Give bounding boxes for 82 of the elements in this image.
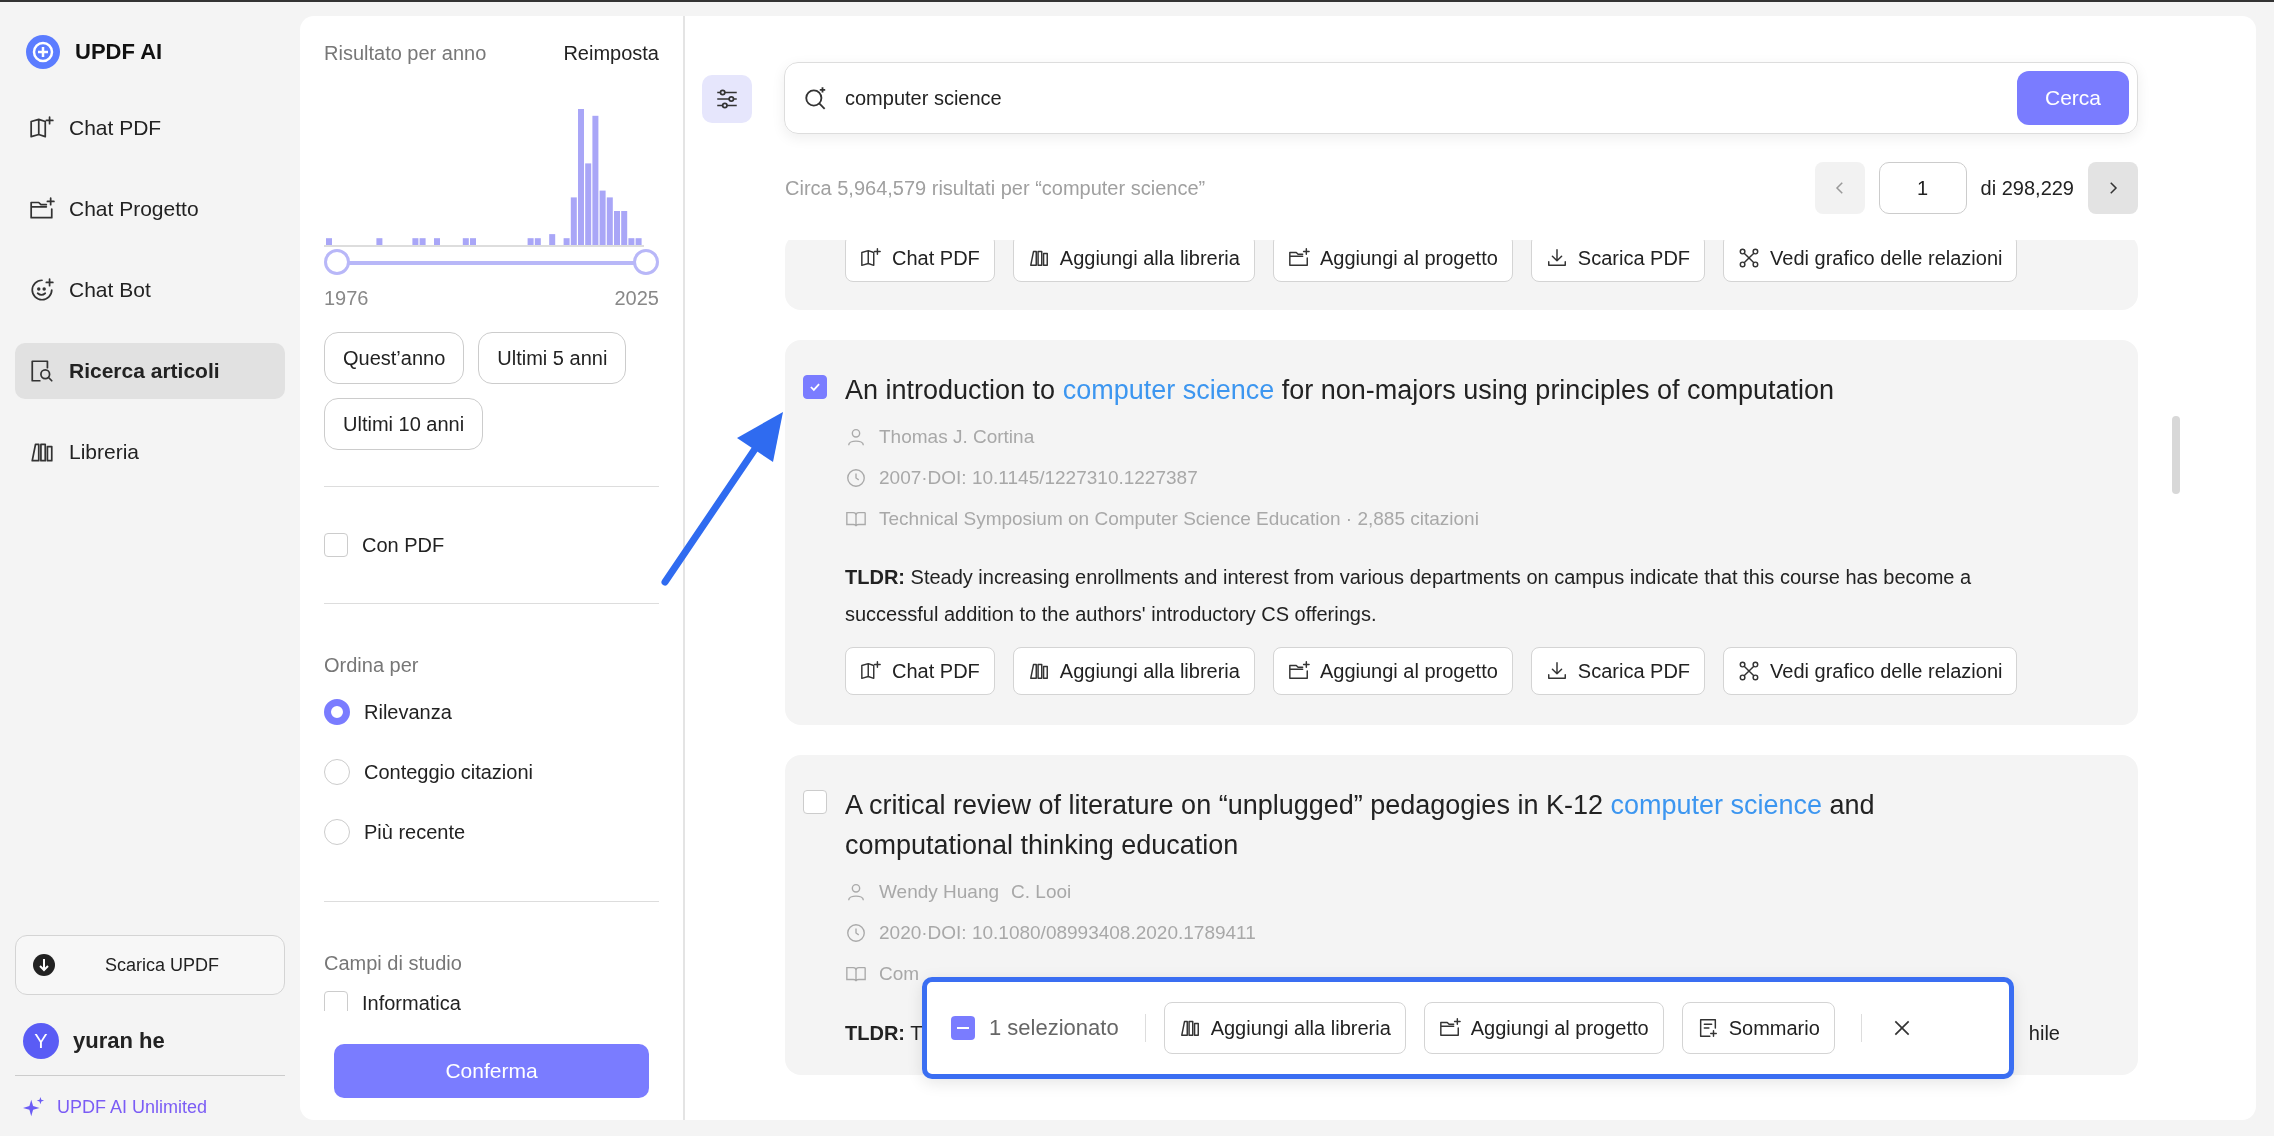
- folder-plus-icon: [29, 196, 55, 222]
- download-icon: [32, 953, 56, 977]
- action-button[interactable]: Chat PDF: [845, 647, 995, 695]
- nav-item[interactable]: Chat Bot: [15, 262, 285, 318]
- page-field[interactable]: 1: [1878, 162, 1967, 214]
- book-sparkle-icon: [860, 247, 882, 269]
- select-checkbox[interactable]: [803, 790, 827, 814]
- tldr-text: TLDR: Steady increasing enrollments and interest from various departments on campus indicate that this course has become a successful addition to the authors' introductory CS offerings.: [845, 565, 1973, 627]
- deselect-checkbox[interactable]: [951, 1016, 975, 1040]
- plan-link[interactable]: UPDF AI Unlimited: [57, 1096, 208, 1118]
- clock-icon: [845, 922, 867, 944]
- sort-radio[interactable]: Più recente: [324, 819, 659, 845]
- filter-button[interactable]: [702, 75, 752, 123]
- action-button[interactable]: Aggiungi al progetto: [1423, 1002, 1664, 1054]
- action-button[interactable]: Scarica PDF: [1530, 240, 1706, 282]
- app-name: UPDF AI: [75, 39, 163, 65]
- logo-icon: [25, 34, 61, 70]
- reset-link[interactable]: Reimposta: [563, 42, 659, 65]
- histogram-bar: [434, 238, 440, 245]
- scrollbar[interactable]: [2172, 416, 2180, 494]
- year-preset-chip[interactable]: Ultimi 10 anni: [324, 398, 484, 450]
- person-icon: [845, 881, 867, 903]
- action-button[interactable]: Sommario: [1681, 1002, 1835, 1054]
- nav-item[interactable]: Chat PDF: [15, 100, 285, 156]
- year-label: 2025: [614, 287, 659, 310]
- previous-page-button[interactable]: [1814, 162, 1865, 214]
- book-sparkle-icon: [860, 660, 882, 682]
- pdf-checkbox[interactable]: Con PDF: [324, 533, 659, 557]
- action-button[interactable]: Vedi grafico delle relazioni: [1723, 240, 2018, 282]
- smiley-bubble-icon: [29, 277, 55, 303]
- year-range-slider[interactable]: [324, 249, 659, 277]
- next-page-button[interactable]: [2088, 162, 2138, 214]
- download-icon: [1545, 660, 1568, 682]
- user-name: yuran he: [73, 1028, 165, 1054]
- year-preset-chip[interactable]: Ultimi 5 anni: [478, 332, 627, 384]
- venue-text: Technical Symposium on Computer Science Education · 2,885 citazioni: [879, 507, 1479, 531]
- download-icon: [1545, 247, 1568, 269]
- folder-plus-icon: [1287, 247, 1310, 269]
- avatar: Y: [23, 1023, 59, 1059]
- histogram-bar: [376, 238, 383, 245]
- folder-plus-icon: [1438, 1017, 1461, 1039]
- action-button[interactable]: Aggiungi alla libreria: [1163, 1002, 1406, 1054]
- sort-radio[interactable]: Conteggio citazioni: [324, 759, 659, 785]
- publication-date: 2020·DOI: 10.1080/08993408.2020.1789411: [879, 921, 1256, 945]
- download-button[interactable]: Scarica UPDF: [15, 935, 285, 995]
- nav-item[interactable]: Chat Progetto: [15, 181, 285, 237]
- action-button[interactable]: Aggiungi al progetto: [1272, 240, 1513, 282]
- histogram-bar: [326, 238, 332, 245]
- tldr-text: TLDR: T: [845, 1022, 923, 1045]
- year-label: 1976: [324, 287, 369, 310]
- action-button[interactable]: Aggiungi alla libreria: [1012, 647, 1255, 695]
- person-icon: [845, 426, 867, 448]
- paper-title[interactable]: A critical review of literature on “unplugged” pedagogies in K-12 computer science and computational thinking education: [845, 785, 1945, 865]
- selection-count: 1 selezionato: [989, 1015, 1119, 1041]
- nav-item[interactable]: Libreria: [15, 424, 285, 480]
- paper-title[interactable]: An introduction to computer science for non-majors using principles of computation: [845, 370, 1835, 410]
- sort-radio[interactable]: Rilevanza: [324, 699, 659, 725]
- folder-plus-icon: [1287, 660, 1310, 682]
- action-button[interactable]: Scarica PDF: [1530, 647, 1706, 695]
- action-button[interactable]: Chat PDF: [845, 240, 995, 282]
- clock-icon: [845, 467, 867, 489]
- sparkle-icon: [23, 1096, 45, 1118]
- section-title: Ordina per: [324, 654, 420, 677]
- page-total: di 298,229: [1980, 176, 2074, 200]
- histogram-bar: [549, 234, 556, 245]
- results-count: Circa 5,964,579 risultati per “computer science”: [785, 176, 1206, 200]
- network-icon: [1738, 247, 1761, 269]
- section-title: Risultato per anno: [324, 42, 487, 65]
- network-icon: [1738, 660, 1761, 682]
- action-button[interactable]: Aggiungi alla libreria: [1012, 240, 1255, 282]
- action-button[interactable]: Aggiungi al progetto: [1272, 647, 1513, 695]
- field-checkbox[interactable]: Informatica: [324, 991, 659, 1011]
- action-button[interactable]: Vedi grafico delle relazioni: [1723, 647, 2018, 695]
- publication-date: 2007·DOI: 10.1145/1227310.1227387: [879, 466, 1198, 490]
- search-field[interactable]: computer science Cerca: [784, 62, 2138, 134]
- venue-text: Com: [879, 962, 920, 986]
- section-title: Campi di studio: [324, 952, 463, 975]
- nav-item[interactable]: Ricerca articoli: [15, 343, 285, 399]
- year-preset-chip[interactable]: Quest’anno: [324, 332, 465, 384]
- select-checkbox[interactable]: [803, 375, 827, 399]
- document-search-icon: [29, 358, 55, 384]
- tldr-text: hile: [2028, 1022, 2060, 1045]
